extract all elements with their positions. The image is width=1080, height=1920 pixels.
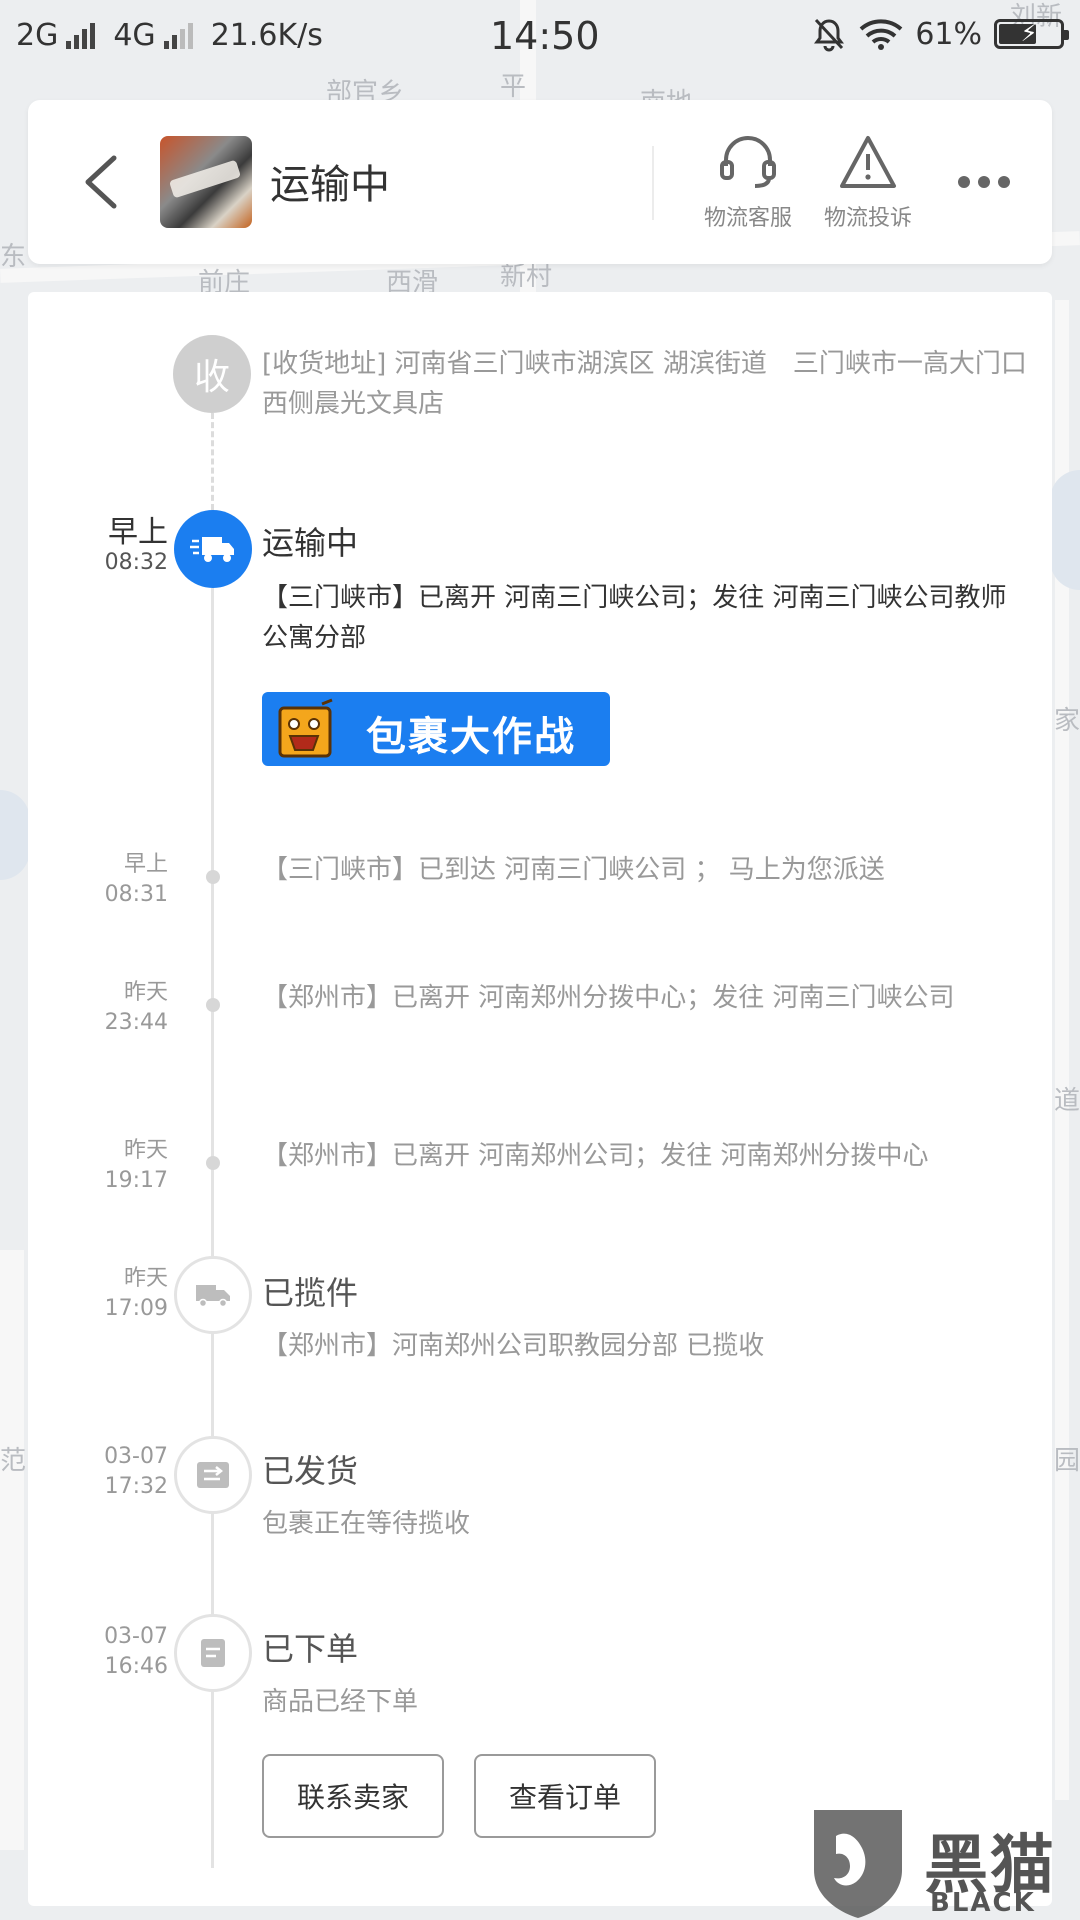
mute-bell-icon <box>814 18 845 52</box>
event-title: 已下单 <box>262 1630 359 1668</box>
map-label: 东 <box>0 242 27 272</box>
event-clock: 16:46 <box>104 1654 168 1679</box>
timeline-dot <box>206 1156 220 1170</box>
event-detail: 包裹正在等待揽收 <box>262 1509 471 1539</box>
event-time: 昨天 23:44 <box>28 978 168 1038</box>
shipped-icon <box>197 1462 229 1488</box>
event-detail: 【郑州市】已离开 河南郑州公司；发往 河南郑州分拨中心 <box>262 1141 929 1171</box>
network-type-label: 2G <box>16 18 59 53</box>
battery-icon: ⚡ <box>994 19 1069 49</box>
delivery-truck-icon <box>190 537 234 562</box>
headset-icon <box>720 136 776 188</box>
event-detail: 【三门峡市】已到达 河南三门峡公司 ； 马上为您派送 <box>262 855 885 885</box>
view-order-button[interactable]: 查看订单 <box>474 1754 656 1838</box>
package-battle-banner[interactable]: 包裹大作战 <box>262 692 610 766</box>
page-title: 运输中 <box>270 162 390 208</box>
delivery-address: [收货地址] 河南省三门峡市湖滨区 湖滨街道 三门峡市一高大门口西侧晨光文具店 <box>262 349 1027 419</box>
status-bar: 2G 4G 21.6K/s 14:50 61% ⚡ <box>0 0 1080 75</box>
event-detail: 【郑州市】已离开 河南郑州分拨中心；发往 河南三门峡公司 <box>262 983 955 1013</box>
event-date: 03-07 <box>104 1444 168 1469</box>
event-title: 已揽件 <box>262 1274 359 1312</box>
picked-up-node <box>174 1256 252 1334</box>
logistics-complaint-button[interactable]: 物流投诉 <box>818 130 918 232</box>
event-detail: 【郑州市】河南郑州公司职教园分部 已揽收 <box>262 1331 765 1361</box>
logistics-service-label: 物流客服 <box>703 206 792 231</box>
map-label: 园 <box>1054 1446 1080 1476</box>
contact-seller-button[interactable]: 联系卖家 <box>262 1754 444 1838</box>
event-date: 昨天 <box>123 1138 168 1163</box>
truck-icon <box>196 1285 230 1308</box>
event-date: 昨天 <box>123 1266 168 1291</box>
black-cat-watermark: 黑猫 BLACK CAT <box>806 1806 1080 1920</box>
event-clock: 23:44 <box>104 1010 168 1035</box>
shipped-node <box>174 1436 252 1514</box>
event-time: 03-07 16:46 <box>28 1622 168 1682</box>
signal-icon <box>163 22 193 49</box>
event-time: 03-07 17:32 <box>28 1442 168 1502</box>
event-clock: 08:32 <box>104 550 168 575</box>
receiver-node-icon: 收 <box>173 335 251 413</box>
event-date: 早上 <box>123 852 168 877</box>
event-time: 昨天 19:17 <box>28 1136 168 1196</box>
warning-icon <box>840 136 896 188</box>
event-clock: 19:17 <box>104 1168 168 1193</box>
event-date: 03-07 <box>104 1624 168 1649</box>
event-title: 已发货 <box>262 1452 359 1490</box>
event-date: 昨天 <box>123 980 168 1005</box>
event-clock: 08:31 <box>104 882 168 907</box>
timeline-dashed-line <box>211 413 214 510</box>
event-time: 昨天 17:09 <box>28 1264 168 1324</box>
cat-shield-logo <box>814 1810 902 1918</box>
event-clock: 17:09 <box>104 1296 168 1321</box>
event-time: 早上 08:32 <box>28 518 168 578</box>
event-clock: 17:32 <box>104 1474 168 1499</box>
back-icon[interactable] <box>80 154 124 210</box>
event-date: 早上 <box>108 515 168 550</box>
header-bar: 运输中 物流客服 物流投诉 <box>28 100 1052 264</box>
timeline-dot <box>206 998 220 1012</box>
network-type-label: 4G <box>113 18 156 53</box>
event-title: 运输中 <box>262 524 359 562</box>
banner-text: 包裹大作战 <box>366 714 576 760</box>
watermark-en: BLACK CAT <box>930 1888 1036 1920</box>
map-label: 范 <box>0 1446 27 1476</box>
logistics-complaint-label: 物流投诉 <box>823 206 912 231</box>
logistics-timeline-card: 收 [收货地址] 河南省三门峡市湖滨区 湖滨街道 三门峡市一高大门口西侧晨光文具… <box>28 292 1052 1906</box>
battery-percent: 61% <box>915 16 982 52</box>
event-time: 早上 08:31 <box>28 850 168 910</box>
divider <box>652 146 654 220</box>
ordered-node <box>174 1614 252 1692</box>
map-label: 家 <box>1054 706 1080 736</box>
in-transit-node <box>174 510 252 588</box>
signal-icon <box>66 22 96 49</box>
order-icon <box>201 1639 225 1667</box>
timeline-dot <box>206 870 220 884</box>
event-detail: 商品已经下单 <box>262 1687 419 1717</box>
network-speed: 21.6K/s <box>210 18 323 53</box>
product-thumbnail[interactable] <box>160 136 252 228</box>
logistics-service-button[interactable]: 物流客服 <box>698 130 798 232</box>
event-detail: 【三门峡市】已离开 河南三门峡公司；发往 河南三门峡公司教师公寓分部 <box>262 583 1007 653</box>
box-mascot-icon <box>278 698 333 758</box>
map-label: 道 <box>1054 1086 1080 1116</box>
more-icon[interactable] <box>958 176 1010 188</box>
wifi-icon <box>859 19 903 50</box>
status-time: 14:50 <box>490 14 600 58</box>
